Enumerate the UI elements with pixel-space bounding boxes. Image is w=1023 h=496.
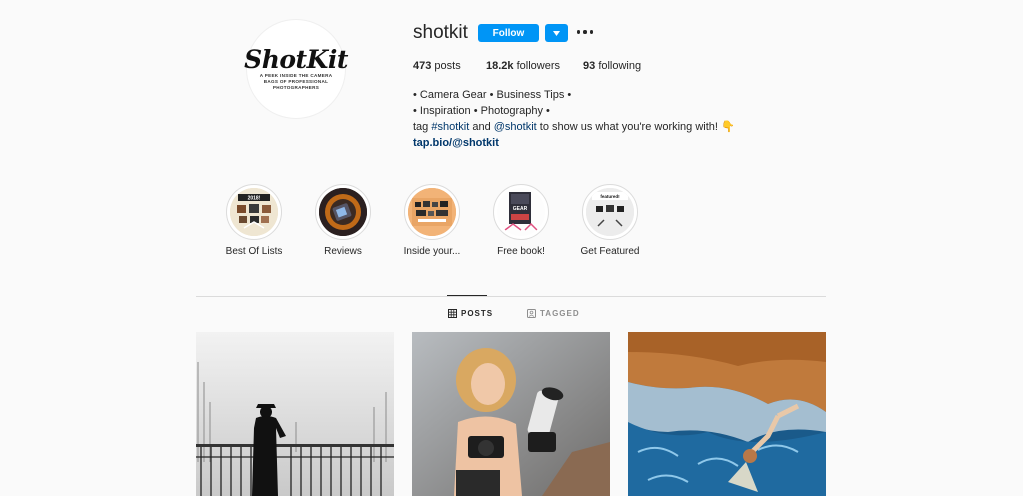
grid-icon: [448, 309, 457, 318]
highlight-cover[interactable]: featured!: [582, 184, 638, 240]
camera-review-thumbnail: [319, 188, 367, 236]
avatar-tagline: A PEEK INSIDE THE CAMERA BAGS OF PROFESS…: [259, 73, 333, 90]
foggy-harbor-photo: [196, 332, 394, 496]
portrait-with-camera-photo: [412, 332, 610, 496]
username: shotkit: [413, 22, 468, 43]
posts-stat: 473 posts: [413, 60, 461, 72]
highlight-cover[interactable]: [404, 184, 460, 240]
tab-tagged[interactable]: TAGGED: [527, 309, 580, 318]
highlight-cover[interactable]: GEAR: [493, 184, 549, 240]
highlight-label: Best Of Lists: [225, 246, 283, 257]
highlight-label: Free book!: [497, 246, 545, 257]
posts-label: posts: [434, 60, 461, 72]
tabs-divider: [196, 296, 826, 297]
followers-stat[interactable]: 18.2k followers: [486, 60, 560, 72]
bio-line-2: • Inspiration • Photography •: [413, 105, 550, 117]
highlight-cover[interactable]: 2018!: [226, 184, 282, 240]
featured-gear-thumbnail: featured!: [586, 188, 634, 236]
suggested-dropdown-button[interactable]: [545, 24, 568, 42]
mention-link[interactable]: @shotkit: [494, 121, 537, 133]
cliff-climber-photo: [628, 332, 826, 496]
highlight-best-of-lists[interactable]: 2018! Best Of Lists: [225, 184, 283, 257]
bio-text: and: [469, 121, 494, 133]
more-options-icon[interactable]: [577, 27, 593, 37]
highlight-label: Get Featured: [580, 246, 640, 257]
active-tab-indicator: [447, 295, 487, 296]
hashtag-link[interactable]: #shotkit: [431, 121, 469, 133]
followers-count: 18.2k: [486, 60, 514, 72]
highlight-inside-your[interactable]: Inside your...: [403, 184, 461, 257]
book-cover-thumbnail: GEAR: [497, 188, 545, 236]
highlight-cover-text: 2018!: [248, 196, 261, 202]
following-label: following: [598, 60, 642, 72]
highlight-cover[interactable]: [315, 184, 371, 240]
followers-label: followers: [516, 60, 560, 72]
bio-line-3: tag #shotkit and @shotkit to show us wha…: [413, 119, 735, 135]
highlight-reviews[interactable]: Reviews: [314, 184, 372, 257]
highlight-free-book[interactable]: GEAR Free book!: [492, 184, 550, 257]
profile-avatar[interactable]: ShotKit A PEEK INSIDE THE CAMERA BAGS OF…: [244, 19, 348, 119]
bio-line-1: • Camera Gear • Business Tips •: [413, 89, 572, 101]
post-thumbnail-3[interactable]: [628, 332, 826, 496]
caret-down-icon: [553, 30, 560, 36]
bio-text: to show us what you're working with! 👇: [536, 121, 735, 133]
tagged-person-icon: [527, 309, 536, 318]
highlight-cover-text: featured!: [600, 194, 620, 199]
tab-posts-label: POSTS: [461, 309, 494, 318]
highlight-label: Inside your...: [403, 246, 461, 257]
gear-flatlay-thumbnail: [408, 188, 456, 236]
highlight-get-featured[interactable]: featured! Get Featured: [581, 184, 639, 257]
post-thumbnail-2[interactable]: [412, 332, 610, 496]
bio-text: tag: [413, 121, 432, 133]
highlight-label: Reviews: [324, 246, 362, 257]
posts-count: 473: [413, 60, 432, 72]
tab-tagged-label: TAGGED: [540, 309, 580, 318]
following-stat[interactable]: 93 following: [583, 60, 641, 72]
bio-url-link[interactable]: tap.bio/@shotkit: [413, 137, 499, 149]
post-thumbnail-1[interactable]: [196, 332, 394, 496]
follow-button[interactable]: Follow: [478, 24, 539, 42]
tab-posts[interactable]: POSTS: [448, 309, 493, 318]
avatar-logo: ShotKit: [244, 45, 348, 74]
profile-bio: • Camera Gear • Business Tips • • Inspir…: [413, 87, 735, 151]
following-count: 93: [583, 60, 596, 72]
highlight-cover-text: GEAR: [513, 206, 528, 212]
camera-bags-thumbnail: 2018!: [230, 188, 278, 236]
